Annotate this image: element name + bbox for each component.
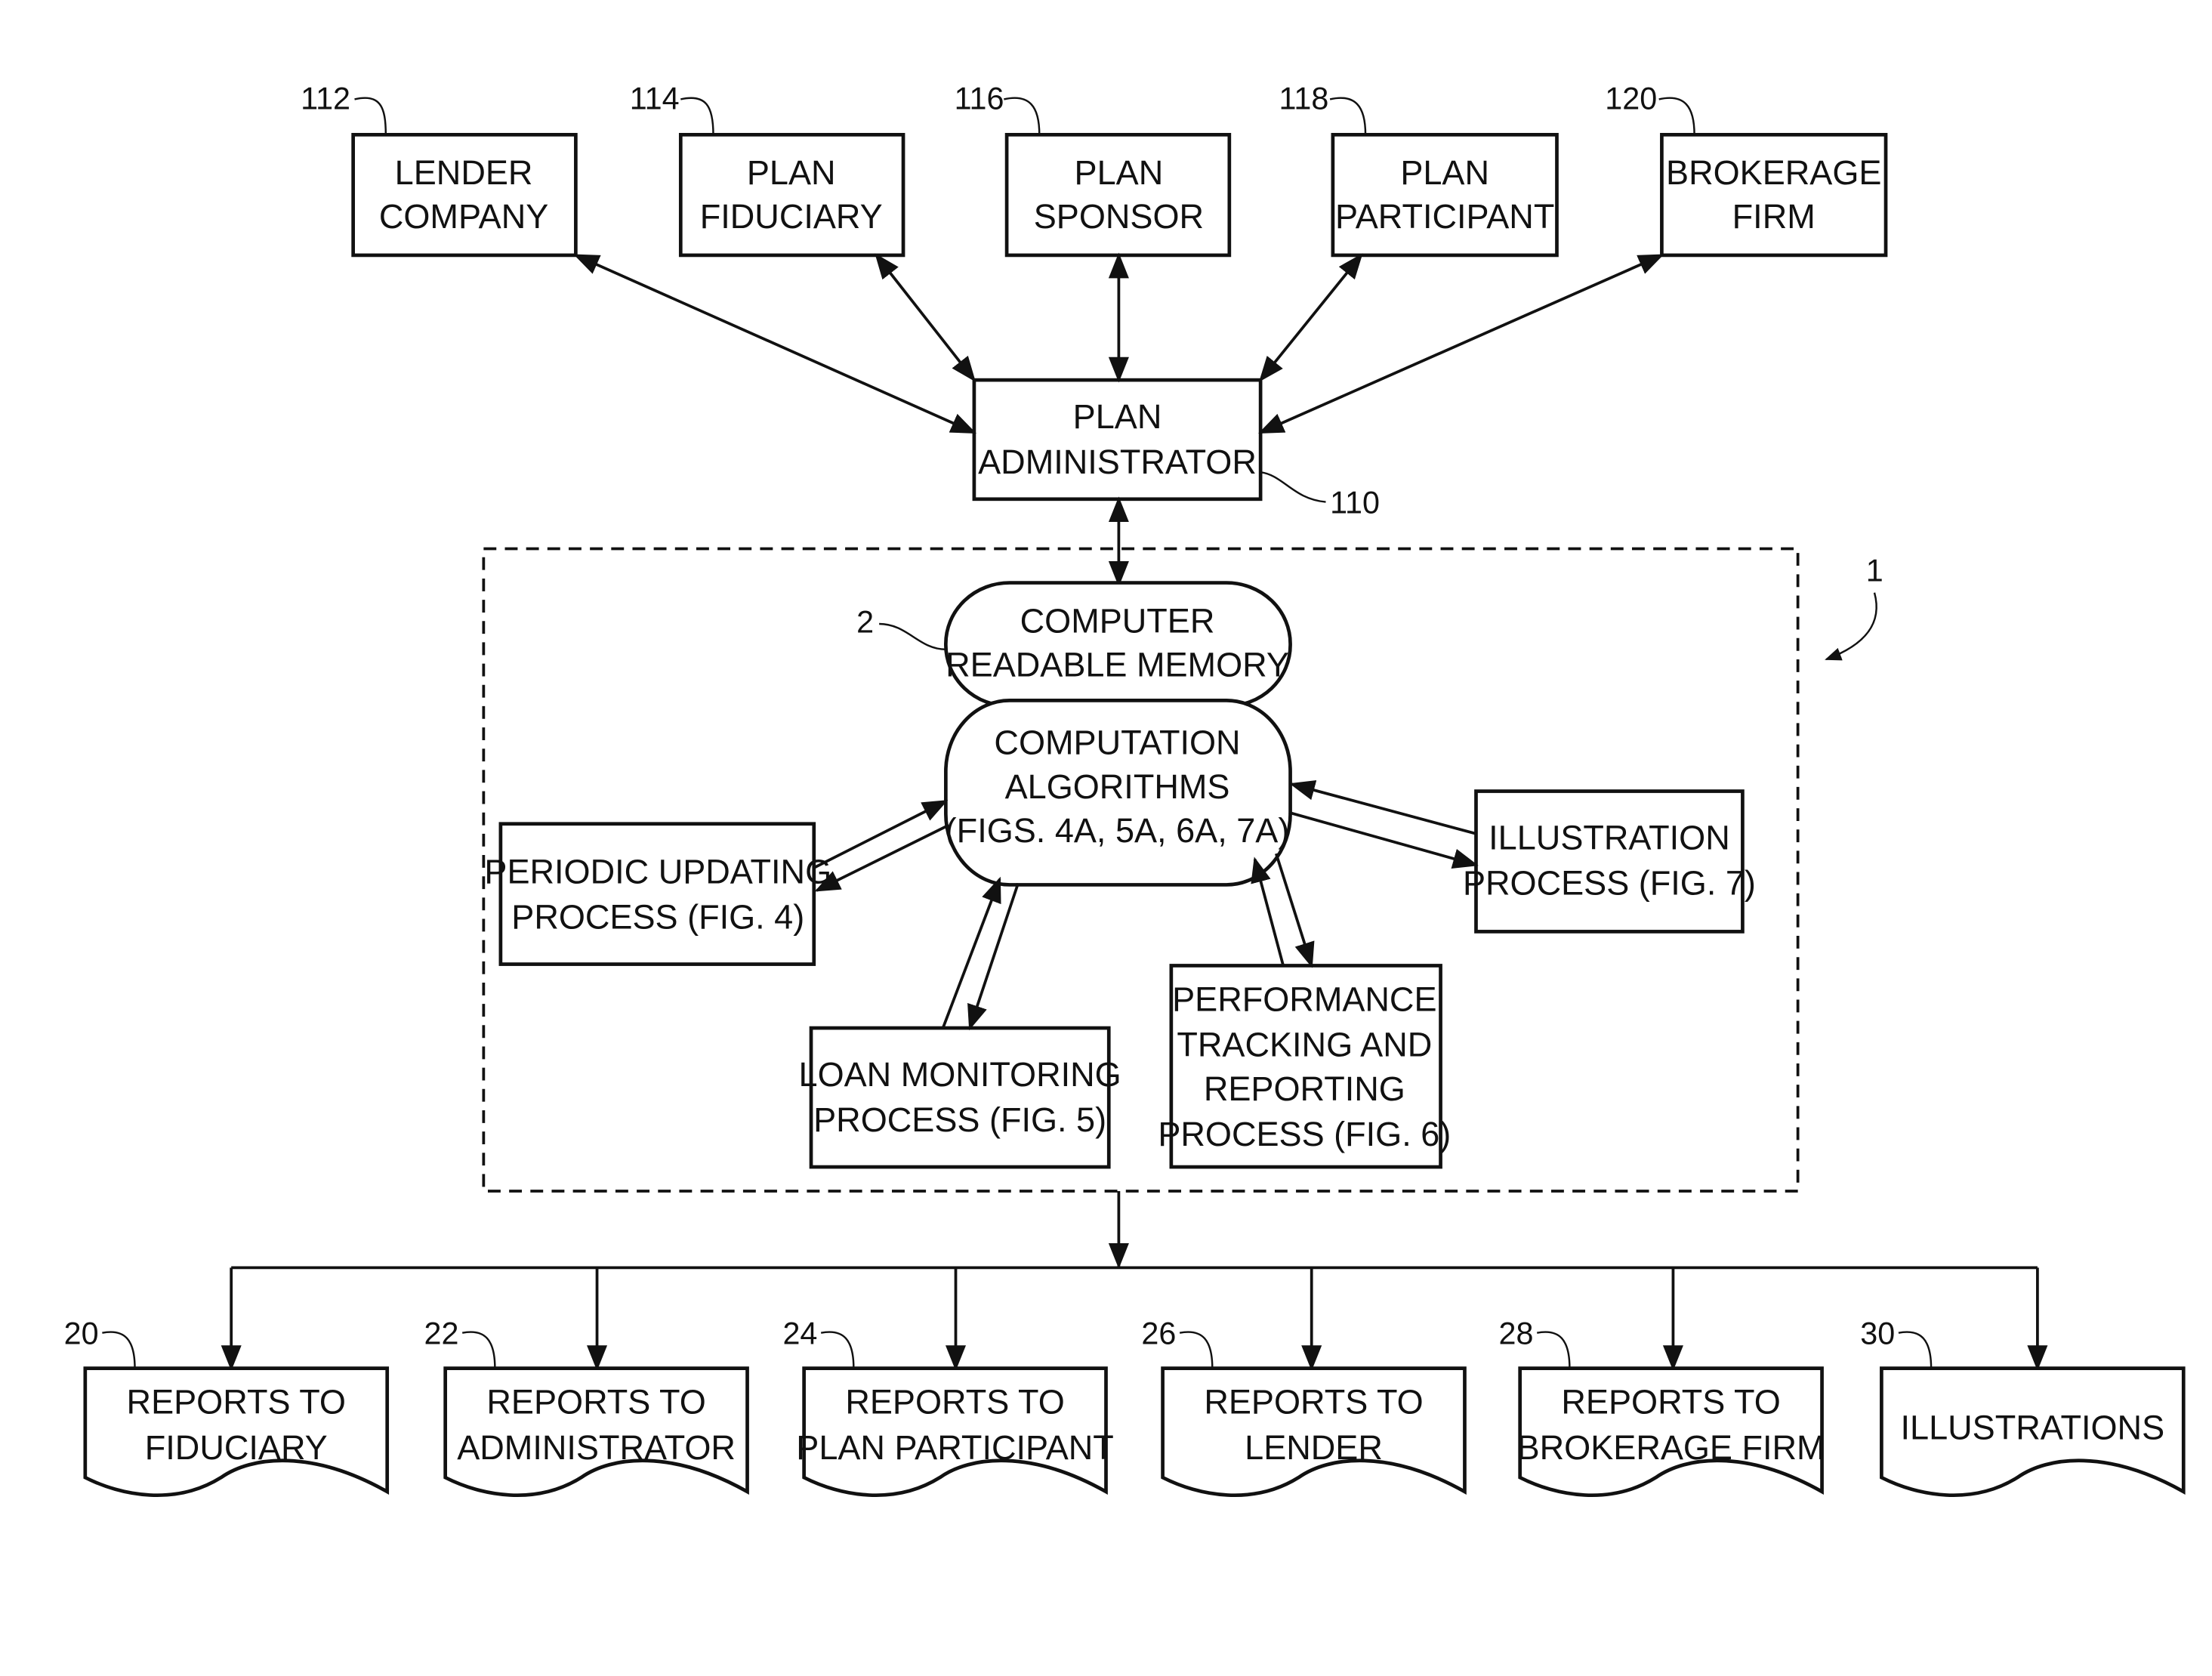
report-document: REPORTS TO ADMINISTRATOR 22 xyxy=(424,1316,749,1497)
memory-label-line: READABLE MEMORY xyxy=(946,645,1289,684)
algorithms-label-line: ALGORITHMS xyxy=(1005,767,1230,806)
report-label-line: LENDER xyxy=(1245,1428,1383,1467)
report-document: REPORTS TO LENDER 26 xyxy=(1141,1316,1467,1497)
entity-label-line: PARTICIPANT xyxy=(1335,197,1554,236)
process-label-line: LOAN MONITORING xyxy=(799,1055,1121,1094)
entity-label-line: FIDUCIARY xyxy=(700,197,883,236)
process-label-line: TRACKING AND xyxy=(1177,1026,1432,1064)
computation-algorithms: COMPUTATION ALGORITHMS (FIGS. 4A, 5A, 6A… xyxy=(944,699,1292,887)
report-label-line: ILLUSTRATIONS xyxy=(1901,1408,2165,1446)
report-document: ILLUSTRATIONS 30 xyxy=(1860,1316,2186,1497)
process-label-line: PROCESS (FIG. 6) xyxy=(1158,1115,1451,1153)
entity-label-line: SPONSOR xyxy=(1034,197,1204,236)
admin-label-line: ADMINISTRATOR xyxy=(978,443,1257,481)
arrow-loan-to-algorithms xyxy=(941,876,1001,1029)
ref-number: 22 xyxy=(424,1316,459,1351)
entity-label-line: LENDER xyxy=(395,153,533,192)
reports-group: REPORTS TO FIDUCIARY 20 REPORTS TO ADMINIST… xyxy=(64,1316,2186,1497)
ref-number: 118 xyxy=(1279,82,1329,116)
arrow-performance-to-algorithms xyxy=(1251,857,1285,966)
process-label-line: ILLUSTRATION xyxy=(1489,819,1730,857)
process-label-line: PERIODIC UPDATING xyxy=(484,853,831,891)
report-label-line: REPORTS TO xyxy=(127,1383,346,1421)
entity-label-line: COMPANY xyxy=(379,197,548,236)
top-entity-plan-fiduciary: PLAN FIDUCIARY 114 xyxy=(630,82,905,258)
ref-number: 1 xyxy=(1866,554,1883,588)
entity-label-line: BROKERAGE xyxy=(1666,153,1881,192)
arrow-brokerage-admin xyxy=(1258,254,1664,434)
report-document: REPORTS TO PLAN PARTICIPANT 24 xyxy=(782,1316,1114,1497)
computer-readable-memory: COMPUTER READABLE MEMORY 2 xyxy=(856,581,1292,708)
report-label-line: FIDUCIARY xyxy=(145,1428,328,1467)
ref-number: 28 xyxy=(1499,1316,1534,1351)
report-document: REPORTS TO FIDUCIARY 20 xyxy=(64,1316,390,1497)
algorithms-label-line: COMPUTATION xyxy=(994,724,1240,762)
illustration-process: ILLUSTRATION PROCESS (FIG. 7) xyxy=(1463,789,1756,934)
report-label-line: REPORTS TO xyxy=(845,1383,1064,1421)
arrow-algorithms-to-performance xyxy=(1274,853,1315,968)
arrow-lender-admin xyxy=(573,254,976,434)
top-entity-lender-company: LENDER COMPANY 112 xyxy=(301,82,578,258)
performance-tracking-process: PERFORMANCE TRACKING AND REPORTING PROCE… xyxy=(1158,964,1451,1169)
ref-number: 20 xyxy=(64,1316,99,1351)
report-label-line: REPORTS TO xyxy=(486,1383,705,1421)
algorithms-label-line: (FIGS. 4A, 5A, 6A, 7A) xyxy=(946,811,1290,850)
ref-number: 2 xyxy=(856,604,874,639)
ref-number: 24 xyxy=(782,1316,817,1351)
process-label-line: PROCESS (FIG. 7) xyxy=(1463,864,1756,903)
entity-label-line: FIRM xyxy=(1732,197,1816,236)
plan-administrator-box: PLAN ADMINISTRATOR 110 xyxy=(972,378,1380,520)
system-diagram: LENDER COMPANY 112 PLAN FIDUCIARY 114 PL… xyxy=(64,82,2186,1497)
loan-monitoring-process: LOAN MONITORING PROCESS (FIG. 5) xyxy=(799,1026,1121,1169)
output-bus xyxy=(221,1190,2048,1371)
memory-label-line: COMPUTER xyxy=(1020,601,1215,640)
report-label-line: REPORTS TO xyxy=(1561,1383,1780,1421)
report-label-line: BROKERAGE FIRM xyxy=(1517,1428,1825,1467)
arrow-algorithms-to-illustration xyxy=(1288,810,1479,869)
arrow-algorithms-to-loan xyxy=(967,882,1020,1031)
entity-label-line: PLAN xyxy=(1075,153,1164,192)
ref-number: 120 xyxy=(1605,82,1657,116)
periodic-updating-process: PERIODIC UPDATING PROCESS (FIG. 4) xyxy=(484,822,831,966)
arrow-illustration-to-algorithms xyxy=(1289,780,1476,835)
admin-label-line: PLAN xyxy=(1073,397,1162,436)
report-document: REPORTS TO BROKERAGE FIRM 28 xyxy=(1499,1316,1825,1497)
process-label-line: PERFORMANCE xyxy=(1172,980,1436,1019)
ref-number: 110 xyxy=(1330,486,1380,520)
report-label-line: REPORTS TO xyxy=(1204,1383,1423,1421)
system-ref: 1 xyxy=(1825,554,1883,661)
top-entity-plan-participant: PLAN PARTICIPANT 118 xyxy=(1279,82,1559,258)
entity-label-line: PLAN xyxy=(1400,153,1489,192)
ref-number: 116 xyxy=(955,82,1004,116)
process-label-line: REPORTING xyxy=(1204,1069,1405,1108)
entity-label-line: PLAN xyxy=(747,153,836,192)
top-entity-plan-sponsor: PLAN SPONSOR 116 xyxy=(955,82,1232,258)
ref-number: 114 xyxy=(630,82,680,116)
arrow-participant-admin xyxy=(1259,253,1363,382)
arrow-fiduciary-admin xyxy=(875,253,976,382)
ref-number: 112 xyxy=(301,82,350,116)
top-entity-brokerage-firm: BROKERAGE FIRM 120 xyxy=(1605,82,1888,258)
process-label-line: PROCESS (FIG. 5) xyxy=(813,1100,1106,1139)
process-label-line: PROCESS (FIG. 4) xyxy=(511,898,804,937)
ref-number: 30 xyxy=(1860,1316,1895,1351)
report-label-line: ADMINISTRATOR xyxy=(457,1428,736,1467)
ref-number: 26 xyxy=(1141,1316,1176,1351)
report-label-line: PLAN PARTICIPANT xyxy=(796,1428,1114,1467)
